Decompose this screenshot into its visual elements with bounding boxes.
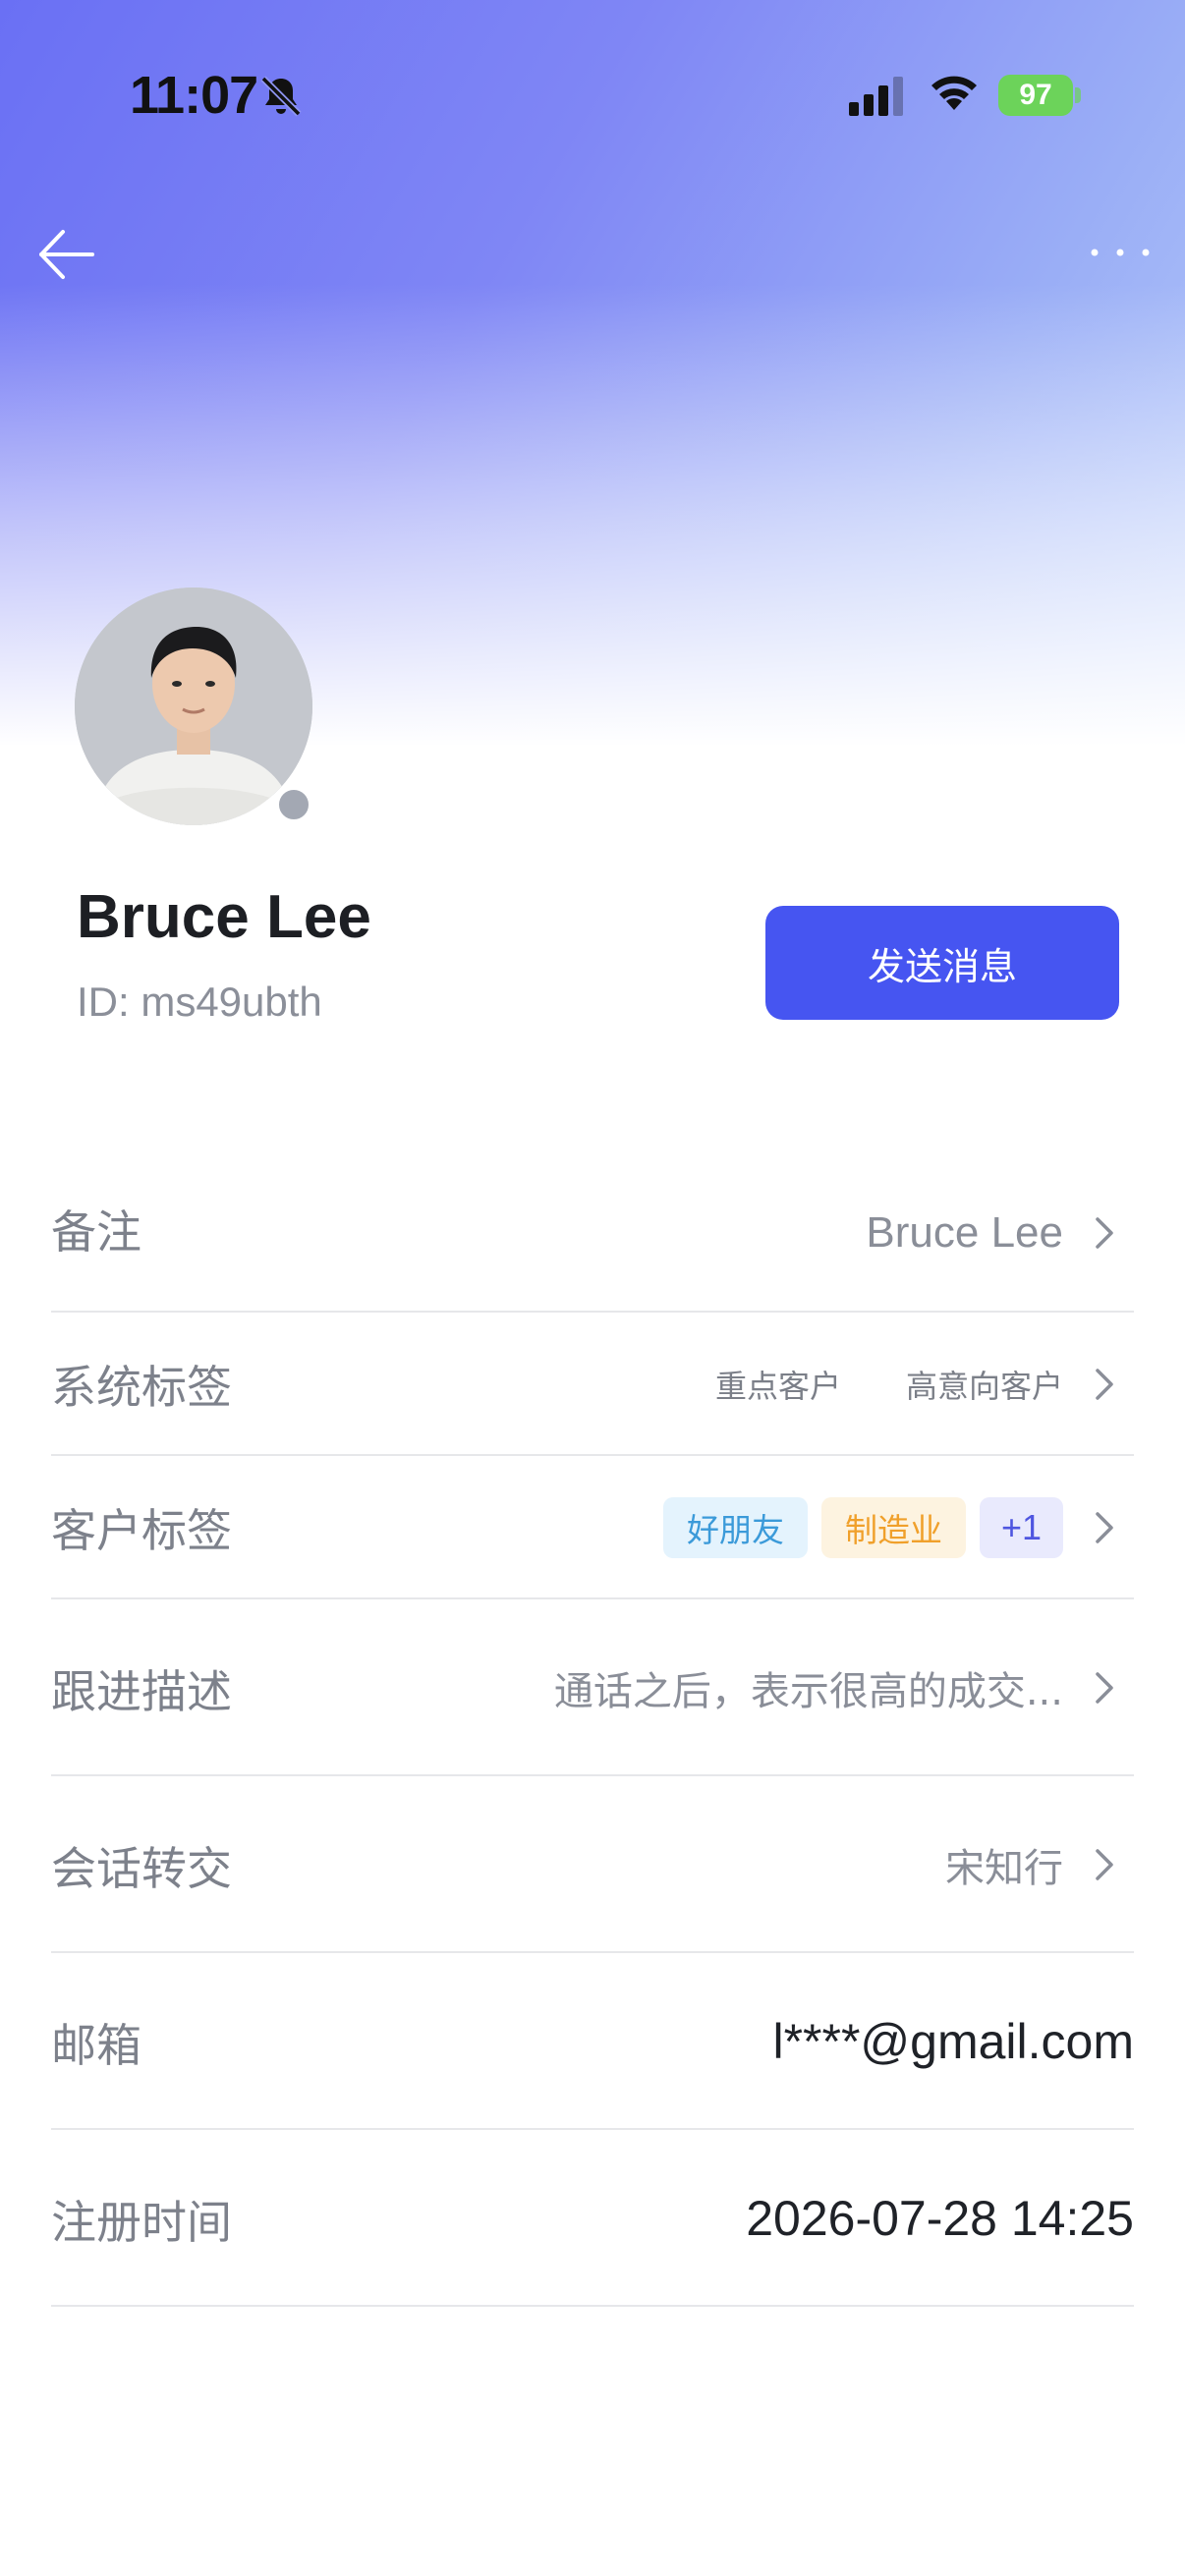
chevron-right-icon bbox=[1096, 1672, 1113, 1704]
email-value: l****@gmail.com bbox=[772, 2014, 1134, 2069]
system-tag: 高意向客户 bbox=[905, 1368, 1063, 1405]
customer-tag-chip: 好朋友 bbox=[662, 1497, 808, 1558]
system-tags-label: 系统标签 bbox=[51, 1361, 232, 1414]
remark-label: 备注 bbox=[51, 1205, 141, 1259]
chevron-right-icon bbox=[1096, 1217, 1113, 1249]
follow-up-label: 跟进描述 bbox=[51, 1665, 232, 1718]
system-tags-row[interactable]: 系统标签 重点客户 高意向客户 bbox=[51, 1313, 1134, 1456]
battery-indicator: 97 bbox=[998, 75, 1081, 116]
status-bar: 11:07 97 bbox=[0, 0, 1185, 196]
more-tags-chip: +1 bbox=[979, 1497, 1063, 1558]
chevron-right-icon bbox=[1096, 1369, 1113, 1400]
status-time: 11:07 bbox=[130, 66, 258, 125]
signal-icon bbox=[849, 77, 903, 116]
system-tag: 重点客户 bbox=[714, 1368, 841, 1405]
register-time-label: 注册时间 bbox=[51, 2196, 232, 2249]
remark-value: Bruce Lee bbox=[866, 1208, 1063, 1257]
back-button[interactable] bbox=[33, 220, 102, 289]
transfer-value: 宋知行 bbox=[945, 1846, 1063, 1891]
email-label: 邮箱 bbox=[51, 2019, 141, 2072]
customer-tag-chip: 制造业 bbox=[820, 1497, 966, 1558]
transfer-label: 会话转交 bbox=[51, 1842, 232, 1895]
register-time-row: 注册时间 2026-07-28 14:25 bbox=[51, 2130, 1134, 2307]
remark-row[interactable]: 备注 Bruce Lee bbox=[51, 1149, 1134, 1313]
customer-tags-row[interactable]: 客户标签 好朋友 制造业 +1 bbox=[51, 1456, 1134, 1599]
follow-up-value: 通话之后，表示很高的成交... bbox=[553, 1669, 1063, 1714]
chevron-right-icon bbox=[1096, 1512, 1113, 1543]
avatar[interactable] bbox=[75, 588, 312, 825]
profile-name: Bruce Lee bbox=[77, 883, 371, 951]
wifi-icon bbox=[931, 76, 977, 110]
email-row: 邮箱 l****@gmail.com bbox=[51, 1953, 1134, 2130]
profile-id: ID: ms49ubth bbox=[77, 979, 322, 1025]
online-status-dot bbox=[273, 784, 314, 825]
battery-level: 97 bbox=[998, 75, 1073, 116]
send-message-button[interactable]: 发送消息 bbox=[765, 906, 1119, 1020]
follow-up-row[interactable]: 跟进描述 通话之后，表示很高的成交... bbox=[51, 1599, 1134, 1776]
conversation-transfer-row[interactable]: 会话转交 宋知行 bbox=[51, 1776, 1134, 1953]
more-options-button[interactable] bbox=[1081, 228, 1159, 277]
avatar-photo bbox=[75, 588, 312, 825]
bell-off-icon bbox=[260, 76, 302, 117]
customer-tags-label: 客户标签 bbox=[51, 1504, 232, 1557]
register-time-value: 2026-07-28 14:25 bbox=[746, 2191, 1134, 2246]
chevron-right-icon bbox=[1096, 1849, 1113, 1880]
